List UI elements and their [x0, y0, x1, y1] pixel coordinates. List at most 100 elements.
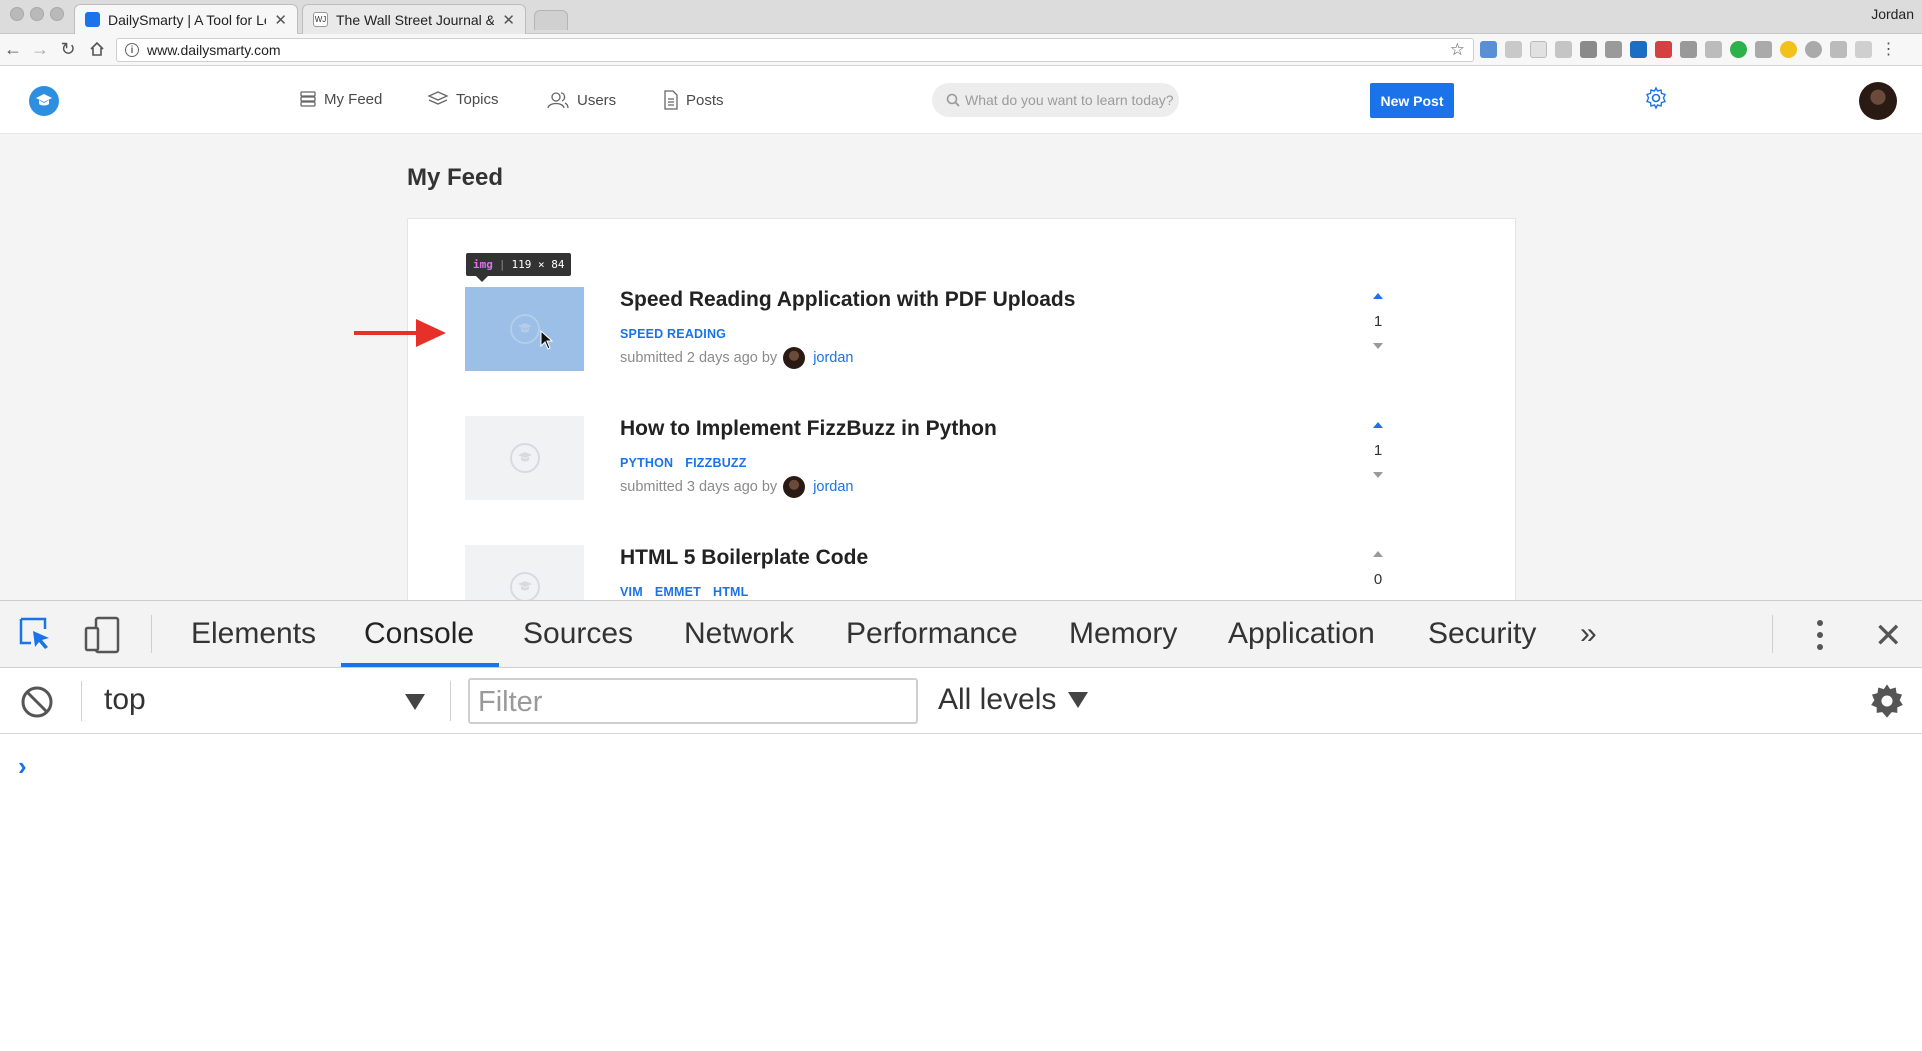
console-prompt-chevron-icon[interactable]: › [18, 751, 27, 782]
forward-arrow-icon[interactable]: → [29, 38, 51, 60]
author-avatar[interactable] [783, 347, 806, 369]
browser-tab-dailysmarty[interactable]: DailySmarty | A Tool for Learning ✕ [74, 4, 298, 34]
browser-menu-icon[interactable]: ⋮ [1880, 41, 1897, 58]
cast-icon[interactable] [1680, 41, 1697, 58]
author-avatar[interactable] [783, 476, 806, 498]
placeholder-logo-icon [509, 314, 540, 344]
post-title[interactable]: HTML 5 Boilerplate Code [620, 546, 868, 570]
tab-memory[interactable]: Memory [1069, 617, 1177, 651]
extension-icon[interactable] [1730, 41, 1747, 58]
upvote-arrow-icon[interactable] [1373, 293, 1383, 299]
browser-toolbar: ← → ↻ i www.dailysmarty.com ☆ ⋮ [0, 34, 1922, 66]
extension-icon[interactable] [1555, 41, 1572, 58]
address-bar[interactable]: i www.dailysmarty.com ☆ [116, 38, 1474, 62]
console-settings-gear-icon[interactable] [1868, 682, 1906, 725]
devtools-menu-icon[interactable] [1812, 617, 1828, 658]
log-levels-label: All levels [938, 683, 1057, 716]
tab-security[interactable]: Security [1428, 617, 1536, 651]
website-viewport: My Feed Topics Users Posts What do you w… [0, 66, 1922, 600]
upvote-arrow-icon[interactable] [1373, 422, 1383, 428]
post-author-link[interactable]: jordan [813, 479, 853, 495]
nav-label: Users [577, 91, 617, 109]
tooltip-size: 119 × 84 [511, 258, 565, 271]
post-tag[interactable]: SPEED READING [620, 327, 726, 341]
extension-icon[interactable] [1505, 41, 1522, 58]
user-avatar[interactable] [1859, 82, 1897, 120]
browser-profile-name[interactable]: Jordan [1871, 6, 1914, 22]
extension-icon[interactable] [1655, 41, 1672, 58]
browser-tab-wsj[interactable]: WJ The Wall Street Journal & Breaking Ne… [302, 4, 526, 34]
tab-close-icon[interactable]: ✕ [274, 11, 287, 29]
tab-network[interactable]: Network [684, 617, 794, 651]
tab-title: DailySmarty | A Tool for Learning [108, 11, 266, 28]
tab-sources[interactable]: Sources [523, 617, 633, 651]
nav-my-feed[interactable]: My Feed [299, 90, 382, 108]
settings-gear-icon[interactable] [1644, 86, 1668, 115]
back-arrow-icon[interactable]: ← [2, 38, 24, 60]
tab-title: The Wall Street Journal & Breaking News [336, 11, 495, 28]
post-tag[interactable]: EMMET [655, 585, 701, 599]
extension-icon[interactable] [1580, 41, 1597, 58]
extension-icon[interactable] [1805, 41, 1822, 58]
tab-performance[interactable]: Performance [846, 617, 1018, 651]
extension-icon[interactable] [1605, 41, 1622, 58]
post-title[interactable]: Speed Reading Application with PDF Uploa… [620, 288, 1075, 312]
nav-topics[interactable]: Topics [427, 90, 499, 108]
dailysmarty-logo-icon[interactable] [29, 86, 59, 116]
bookmark-star-icon[interactable]: ☆ [1450, 40, 1465, 60]
post-thumbnail[interactable] [465, 545, 584, 600]
downvote-arrow-icon[interactable] [1373, 472, 1383, 478]
more-tabs-chevron-icon[interactable]: » [1580, 617, 1597, 651]
post-thumbnail[interactable] [465, 287, 584, 371]
post-tag[interactable]: HTML [713, 585, 749, 599]
nav-users[interactable]: Users [546, 90, 616, 110]
post-thumbnail[interactable] [465, 416, 584, 500]
new-tab-button[interactable] [534, 10, 568, 30]
site-info-icon[interactable]: i [125, 43, 139, 57]
extension-icon[interactable] [1855, 41, 1872, 58]
inspect-element-tooltip: img | 119 × 84 [466, 253, 572, 282]
tab-console[interactable]: Console [364, 617, 474, 651]
clear-console-icon[interactable] [20, 685, 54, 724]
inspect-element-icon[interactable] [18, 616, 54, 657]
extension-icon[interactable] [1630, 41, 1647, 58]
context-selector[interactable]: top [104, 683, 146, 717]
feed-post: Speed Reading Application with PDF Uploa… [465, 287, 1465, 377]
devtools-close-icon[interactable]: ✕ [1874, 616, 1903, 656]
vote-count: 1 [1373, 442, 1383, 459]
post-title[interactable]: How to Implement FizzBuzz in Python [620, 417, 997, 441]
log-levels-dropdown[interactable]: All levels [938, 683, 1089, 717]
reload-icon[interactable]: ↻ [57, 38, 79, 60]
tab-elements[interactable]: Elements [191, 617, 316, 651]
post-tag[interactable]: PYTHON [620, 456, 673, 470]
device-toolbar-icon[interactable] [84, 616, 120, 659]
extension-icon[interactable] [1780, 41, 1797, 58]
window-close-button[interactable] [10, 7, 24, 21]
context-dropdown-arrow-icon[interactable] [405, 694, 425, 710]
annotation-arrow-icon [354, 319, 446, 347]
window-maximize-button[interactable] [50, 7, 64, 21]
tab-close-icon[interactable]: ✕ [502, 11, 515, 29]
search-input[interactable]: What do you want to learn today? [932, 83, 1179, 117]
extension-icon[interactable] [1705, 41, 1722, 58]
console-filter-input[interactable]: Filter [468, 678, 918, 724]
tab-application[interactable]: Application [1228, 617, 1375, 651]
post-meta: submitted 3 days ago by jordan [620, 476, 854, 498]
feed-post: How to Implement FizzBuzz in Python PYTH… [465, 416, 1465, 506]
post-author-link[interactable]: jordan [813, 350, 853, 366]
url-text: www.dailysmarty.com [147, 42, 281, 58]
search-placeholder: What do you want to learn today? [965, 92, 1174, 108]
window-minimize-button[interactable] [30, 7, 44, 21]
extension-icon[interactable] [1480, 41, 1497, 58]
post-tag[interactable]: FIZZBUZZ [685, 456, 746, 470]
extension-icon[interactable] [1530, 41, 1547, 58]
post-tag[interactable]: VIM [620, 585, 643, 599]
nav-posts[interactable]: Posts [663, 90, 724, 110]
upvote-arrow-icon[interactable] [1373, 551, 1383, 557]
extension-icon[interactable] [1755, 41, 1772, 58]
home-icon[interactable] [86, 38, 108, 60]
vote-widget: 1 [1368, 422, 1390, 492]
new-post-button[interactable]: New Post [1370, 83, 1454, 118]
downvote-arrow-icon[interactable] [1373, 343, 1383, 349]
extension-icon[interactable] [1830, 41, 1847, 58]
